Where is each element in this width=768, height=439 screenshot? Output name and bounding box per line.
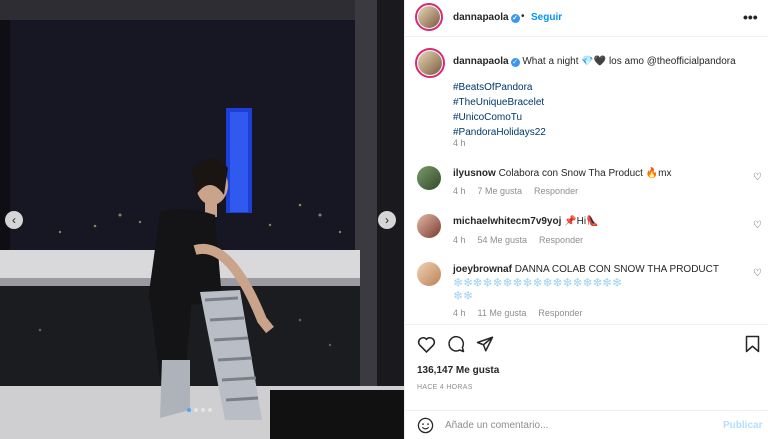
commenter-avatar[interactable] — [417, 214, 441, 238]
post-header: dannapaola ✓ • Seguir ••• — [405, 0, 768, 37]
carousel-dot — [194, 408, 198, 412]
post-viewer: ‹ › dannapaola ✓ • Seguir ••• dannapaola ✓… — [0, 0, 768, 439]
carousel-prev-button[interactable]: ‹ — [5, 211, 23, 229]
reply-button[interactable]: Responder — [538, 308, 582, 318]
comment-meta: 4 h 11 Me gusta Responder — [453, 308, 583, 318]
hashtag-link[interactable]: #TheUniqueBracelet — [453, 95, 546, 110]
like-button[interactable] — [417, 335, 436, 356]
comment-likes[interactable]: 7 Me gusta — [478, 186, 523, 196]
heart-icon[interactable]: ♡ — [753, 220, 762, 231]
comment-username[interactable]: ilyusnow — [453, 168, 496, 179]
carousel-next-button[interactable]: › — [378, 211, 396, 229]
carousel-dots — [187, 408, 212, 412]
emoji-button[interactable] — [417, 417, 434, 437]
comment-text: michaelwhitecm7v9yoj 📌Hi👠 — [453, 216, 599, 227]
commenter-avatar[interactable] — [417, 166, 441, 190]
commenter-avatar[interactable] — [417, 262, 441, 286]
caption-text: dannapaola ✓ What a night 💎🖤 los amo @the… — [453, 54, 753, 69]
post-actions: 136,147 Me gusta HACE 4 HORAS Publicar — [405, 324, 768, 439]
likes-count[interactable]: 136,147 Me gusta — [417, 365, 499, 376]
verified-icon: ✓ — [510, 58, 520, 67]
comment-username[interactable]: michaelwhitecm7v9yoj — [453, 216, 561, 227]
heart-icon[interactable]: ♡ — [753, 268, 762, 279]
comment-meta: 4 h7 Me gusta Responder — [453, 186, 579, 196]
publish-button[interactable]: Publicar — [723, 420, 762, 431]
chevron-left-icon: ‹ — [12, 213, 16, 227]
post-panel: dannapaola ✓ • Seguir ••• dannapaola ✓ Wha… — [404, 0, 768, 439]
carousel-dot — [208, 408, 212, 412]
add-comment-row: Publicar — [405, 410, 768, 439]
comment-button[interactable] — [447, 335, 465, 356]
comment-input[interactable] — [445, 420, 705, 431]
post-photo[interactable]: ‹ › — [0, 0, 404, 439]
hashtag-link[interactable]: #BeatsOfPandora — [453, 80, 546, 95]
reply-button[interactable]: Responder — [539, 235, 583, 245]
post-time: HACE 4 HORAS — [417, 384, 473, 391]
comment-text: joeybrownaf DANNA COLAB CON SNOW THA PRO… — [453, 264, 719, 300]
chevron-right-icon: › — [385, 213, 389, 227]
share-button[interactable] — [476, 335, 494, 356]
comment-likes[interactable]: 54 Me gusta — [478, 235, 528, 245]
hashtag-link[interactable]: #PandoraHolidays22 — [453, 125, 546, 140]
photo-image — [0, 0, 404, 439]
author-username[interactable]: dannapaola ✓ — [453, 12, 520, 23]
reply-button[interactable]: Responder — [534, 186, 578, 196]
comment-username[interactable]: joeybrownaf — [453, 264, 512, 275]
caption-time: 4 h — [453, 138, 466, 148]
emoji-icon — [417, 417, 434, 434]
follow-button[interactable]: Seguir — [531, 12, 562, 23]
carousel-dot — [201, 408, 205, 412]
more-icon[interactable]: ••• — [743, 9, 758, 25]
save-icon — [745, 335, 760, 353]
heart-icon — [417, 336, 436, 354]
comment-text: ilyusnow Colabora con Snow Tha Product 🔥… — [453, 168, 672, 179]
caption-hashtags: #BeatsOfPandora #TheUniqueBracelet #Unic… — [453, 80, 546, 140]
verified-icon: ✓ — [510, 14, 520, 23]
caption-body: What a night 💎🖤 los amo @theofficialpand… — [522, 56, 736, 67]
comment-icon — [448, 335, 465, 353]
heart-icon[interactable]: ♡ — [753, 172, 762, 183]
separator-dot: • — [521, 11, 525, 22]
carousel-dot — [187, 408, 191, 412]
author-avatar[interactable] — [415, 3, 443, 31]
caption-avatar[interactable] — [415, 48, 445, 78]
share-icon — [476, 336, 494, 352]
comment-likes[interactable]: 11 Me gusta — [478, 308, 527, 318]
save-button[interactable] — [745, 335, 760, 356]
hashtag-link[interactable]: #UnicoComoTu — [453, 110, 546, 125]
caption-username[interactable]: dannapaola — [453, 56, 509, 67]
comment-meta: 4 h 54 Me gusta Responder — [453, 235, 584, 245]
